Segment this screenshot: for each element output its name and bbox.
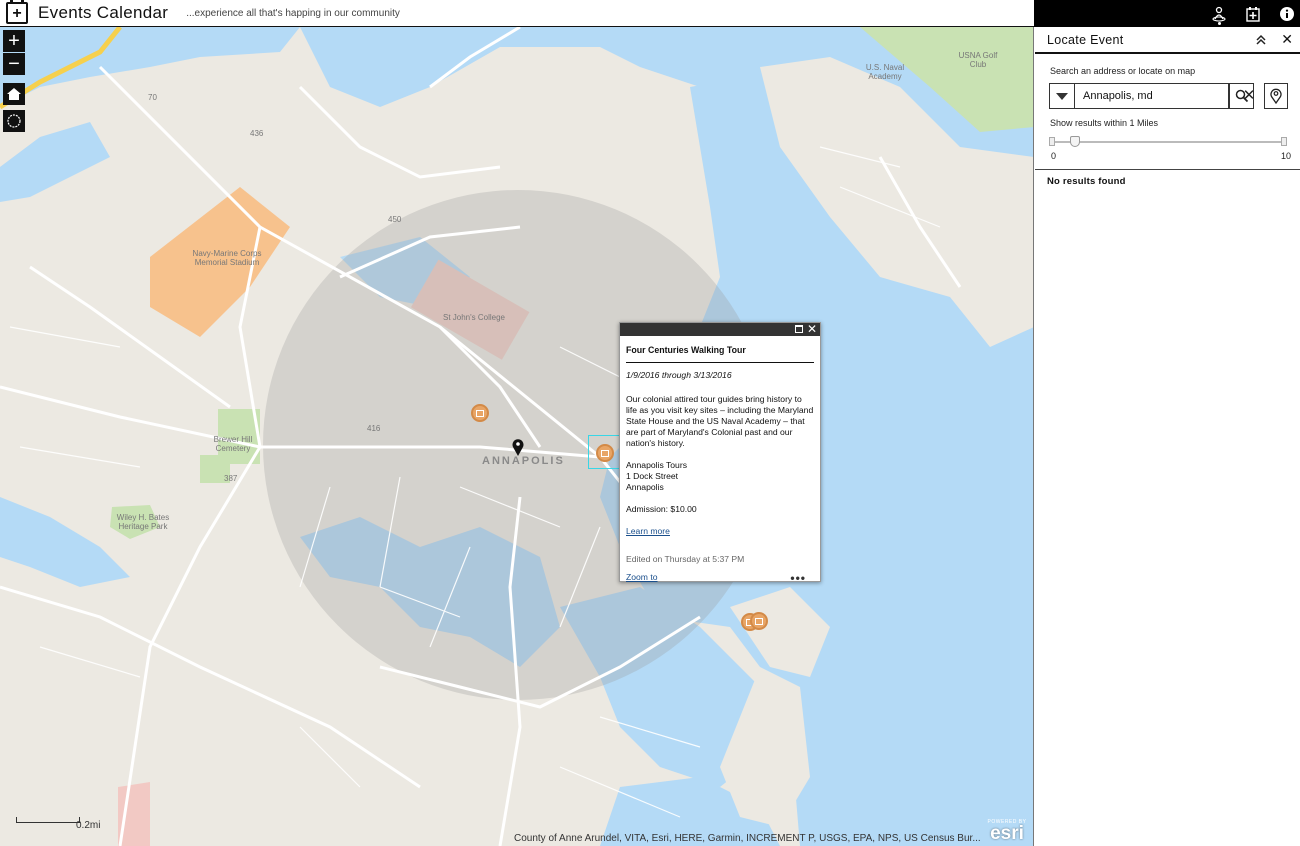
map-view[interactable]: ANNAPOLIS St John's College Navy-Marine … xyxy=(0,27,1034,846)
popup-address: Annapolis Tours 1 Dock Street Annapolis xyxy=(626,460,814,493)
popup-description: Our colonial attired tour guides bring h… xyxy=(626,394,814,448)
caret-down-icon xyxy=(1056,92,1068,100)
locate-on-map-button[interactable] xyxy=(1264,83,1288,109)
basemap xyxy=(0,27,1033,846)
search-input[interactable] xyxy=(1075,83,1229,109)
scale-label: 0.2mi xyxy=(76,820,101,831)
learn-more-link[interactable]: Learn more xyxy=(626,526,814,537)
route-shield-450: 450 xyxy=(388,215,402,224)
add-event-icon xyxy=(1246,6,1260,22)
popup-edited-info: Edited on Thursday at 5:37 PM xyxy=(626,554,745,564)
close-icon[interactable]: ✕ xyxy=(807,322,817,336)
close-icon[interactable]: ✕ xyxy=(1281,31,1293,47)
esri-logo-word: esri xyxy=(990,823,1024,844)
slider-end-cap xyxy=(1281,137,1287,146)
route-shield-70: 70 xyxy=(148,93,157,102)
distance-slider[interactable] xyxy=(1049,136,1287,147)
info-button[interactable] xyxy=(1272,0,1300,27)
map-label-golf: USNA Golf Club xyxy=(958,51,998,69)
locate-event-panel: Locate Event ✕ Search an address or loca… xyxy=(1035,27,1300,846)
search-source-dropdown[interactable] xyxy=(1049,83,1075,109)
slider-track xyxy=(1052,141,1284,143)
calendar-icon xyxy=(476,409,484,417)
map-label-annapolis: ANNAPOLIS xyxy=(482,455,565,467)
search-label: Search an address or locate on map xyxy=(1050,66,1196,76)
map-pin-icon xyxy=(1270,88,1282,104)
map-label-naval-academy: U.S. Naval Academy xyxy=(865,63,905,81)
app-title: Events Calendar xyxy=(38,3,169,22)
search-row: ✕ xyxy=(1049,83,1255,109)
address-line: Annapolis Tours xyxy=(626,460,687,470)
slider-thumb[interactable] xyxy=(1070,136,1081,147)
address-line: 1 Dock Street xyxy=(626,471,679,481)
calendar-add-icon: + xyxy=(6,0,28,24)
popup-admission: Admission: $10.00 xyxy=(626,504,697,514)
chevron-double-up-icon[interactable] xyxy=(1254,33,1268,47)
app-subtitle: ...experience all that's happing in our … xyxy=(186,7,400,19)
popup-body: Four Centuries Walking Tour 1/9/2016 thr… xyxy=(620,336,820,584)
address-line: Annapolis xyxy=(626,482,664,492)
no-results-message: No results found xyxy=(1047,176,1126,187)
calendar-icon xyxy=(755,617,763,625)
range-min-label: 0 xyxy=(1051,151,1057,161)
search-input-wrap: ✕ xyxy=(1075,83,1255,109)
active-indicator xyxy=(1217,22,1221,25)
route-shield-416: 416 xyxy=(367,424,381,433)
app-root: + Events Calendar ...experience all that… xyxy=(0,0,1300,846)
event-marker[interactable] xyxy=(471,404,489,422)
map-label-cemetery: Brewer Hill Cemetery xyxy=(213,435,253,453)
maximize-icon[interactable] xyxy=(795,325,803,333)
map-label-stadium: Navy-Marine Corps Memorial Stadium xyxy=(192,249,262,267)
popup-dates: 1/9/2016 through 3/13/2016 xyxy=(626,370,732,380)
add-event-button[interactable] xyxy=(1238,0,1268,27)
more-options-icon[interactable]: ••• xyxy=(790,572,814,584)
zoom-out-button[interactable]: − xyxy=(3,53,25,75)
esri-logo: POWERED BY esri xyxy=(985,819,1029,843)
locate-button[interactable] xyxy=(3,110,25,132)
clear-icon[interactable]: ✕ xyxy=(1240,86,1258,106)
route-shield-387: 387 xyxy=(224,474,238,483)
event-marker[interactable] xyxy=(750,612,768,630)
locate-person-button[interactable] xyxy=(1204,0,1234,27)
location-pin-icon xyxy=(512,439,524,456)
map-label-st-johns: St John's College xyxy=(443,313,506,322)
app-header: + Events Calendar ...experience all that… xyxy=(0,0,1034,27)
event-popup: ✕ Four Centuries Walking Tour 1/9/2016 t… xyxy=(619,322,821,584)
range-label: Show results within 1 Miles xyxy=(1050,118,1159,128)
slider-start-cap xyxy=(1049,137,1055,146)
plus-icon: + xyxy=(8,30,20,52)
popup-footer: Zoom to ••• xyxy=(626,572,814,584)
panel-toolbar xyxy=(1034,0,1300,27)
popup-titlebar: ✕ xyxy=(620,322,820,336)
range-max-label: 10 xyxy=(1280,151,1291,161)
map-label-park: Wiley H. Bates Heritage Park xyxy=(116,513,170,531)
panel-title: Locate Event xyxy=(1047,32,1124,47)
minus-icon: − xyxy=(8,53,20,75)
route-shield-436: 436 xyxy=(250,129,264,138)
scale-bar xyxy=(16,817,80,823)
map-attribution: County of Anne Arundel, VITA, Esri, HERE… xyxy=(514,833,981,844)
info-icon xyxy=(1280,6,1294,21)
home-icon xyxy=(7,88,21,100)
zoom-in-button[interactable]: + xyxy=(3,30,25,52)
popup-title: Four Centuries Walking Tour xyxy=(626,345,814,363)
locate-icon xyxy=(7,114,21,128)
locate-person-icon xyxy=(1212,6,1226,22)
home-button[interactable] xyxy=(3,83,25,105)
panel-header: Locate Event ✕ xyxy=(1035,27,1300,54)
divider xyxy=(1035,169,1300,170)
zoom-to-link[interactable]: Zoom to xyxy=(626,572,658,583)
selection-highlight xyxy=(588,435,620,469)
